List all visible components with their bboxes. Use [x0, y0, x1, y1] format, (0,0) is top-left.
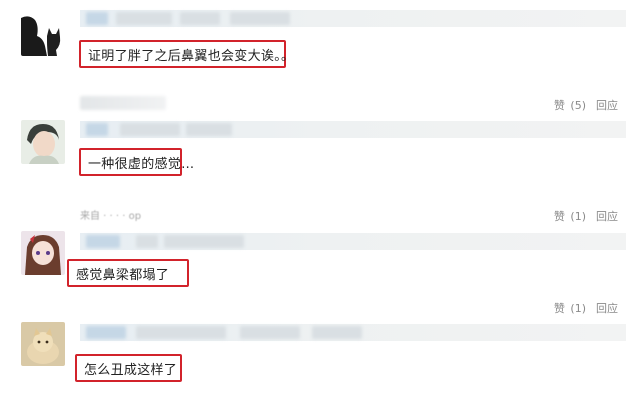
like-button[interactable]: 赞 (1) [554, 300, 586, 316]
comment-text: 证明了胖了之后鼻翼也会变大诶。。 [88, 48, 295, 64]
comment-text: 一种很虚的感觉… [88, 156, 195, 172]
username-bar [80, 324, 626, 341]
reply-button[interactable]: 回应 [596, 97, 618, 113]
username-bar [80, 233, 626, 250]
cat-photo-icon [21, 322, 65, 366]
avatar[interactable] [21, 120, 65, 164]
like-button[interactable]: 赞 (5) [554, 97, 586, 113]
like-button[interactable]: 赞 (1) [554, 208, 586, 224]
anime-girl-icon [21, 231, 65, 275]
silhouette-cat-icon [21, 12, 65, 56]
username-bar [80, 10, 626, 27]
comment-meta [80, 96, 166, 110]
reply-button[interactable]: 回应 [596, 208, 618, 224]
comment-meta: 来自 · · · · op [80, 211, 142, 222]
comment-actions: 赞 (1) 回应 [554, 208, 618, 224]
comment-text-highlight: 怎么丑成这样了 [75, 354, 182, 382]
avatar[interactable] [21, 12, 65, 56]
comment-actions: 赞 (5) 回应 [554, 97, 618, 113]
comment-text-highlight: 证明了胖了之后鼻翼也会变大诶。。 [79, 40, 294, 68]
comment-actions: 赞 (1) 回应 [554, 300, 618, 316]
comment-text-highlight: 一种很虚的感觉… [79, 148, 194, 176]
reply-button[interactable]: 回应 [596, 300, 618, 316]
comment-text: 感觉鼻梁都塌了 [76, 267, 170, 283]
avatar[interactable] [21, 231, 65, 275]
username-bar [80, 121, 626, 138]
comment-text-highlight: 感觉鼻梁都塌了 [67, 259, 189, 287]
avatar[interactable] [21, 322, 65, 366]
comment-text: 怎么丑成这样了 [84, 362, 178, 378]
person-portrait-icon [21, 120, 65, 164]
